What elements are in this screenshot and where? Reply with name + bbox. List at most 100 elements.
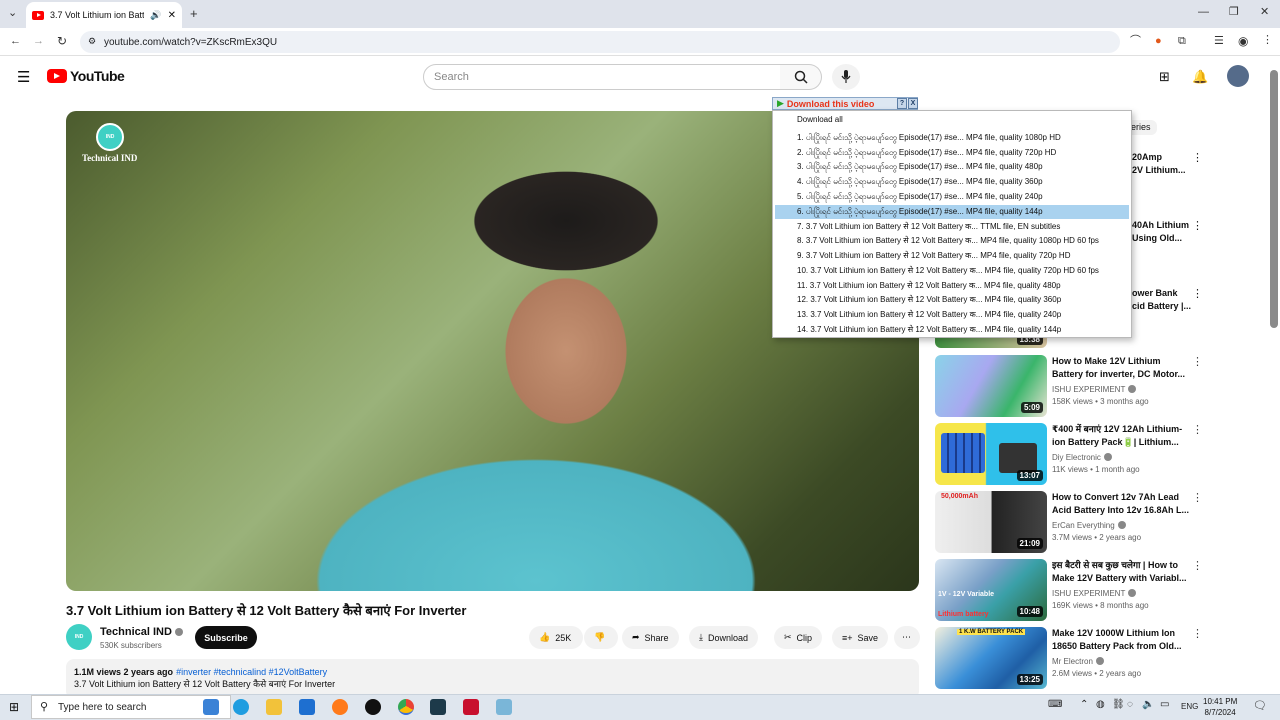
description-box[interactable]: 1.1M views 2 years ago #inverter #technic… [66,659,919,699]
tab-search-chevron-icon[interactable]: ⌄ [8,8,17,19]
create-video-icon[interactable]: ⊞ [1159,69,1170,85]
download-all-option[interactable]: Download all [797,115,843,124]
extension-arc-icon[interactable]: ⌒ [1130,36,1141,47]
rec-more-icon[interactable]: ⋮ [1192,423,1203,436]
taskbar-clock[interactable]: 10:41 PM 8/7/2024 [1203,696,1237,718]
rec-more-icon[interactable]: ⋮ [1192,491,1203,504]
rec-partial-2-more-icon[interactable]: ⋮ [1192,219,1203,232]
window-close-icon[interactable]: ✕ [1260,7,1269,18]
search-button[interactable] [780,64,822,90]
download-option[interactable]: 5. ပါးပြိုးရင် မင်းသို့ ပဲ့ရာမပျော်တွေ E… [775,190,1129,204]
back-icon[interactable]: ← [10,36,21,47]
channel-avatar[interactable]: IND [66,624,92,650]
rec-channel[interactable]: ISHU EXPERIMENT [1052,589,1137,598]
tray-overflow-icon[interactable]: ⌃ [1080,699,1088,710]
browser-tab[interactable]: 3.7 Volt Lithium ion Battery 🔊 ✕ [26,2,182,28]
mcafee-icon[interactable] [463,699,479,715]
touch-keyboard-icon[interactable]: ▭ [1160,699,1169,710]
like-button[interactable]: 👍 25K [529,626,583,649]
recommendation-item[interactable]: 50,000mAh 21:09 How to Convert 12v 7Ah L… [935,491,1245,553]
rec-thumbnail[interactable]: 1V - 12V Variable Lithium battery 10:48 [935,559,1047,621]
help-button[interactable]: ? [897,98,907,109]
volume-tray-icon[interactable]: 🔈 [1142,699,1154,710]
rec-partial-1-more-icon[interactable]: ⋮ [1192,151,1203,164]
download-option[interactable]: 12. 3.7 Volt Lithium ion Battery से 12 V… [775,293,1129,307]
download-popup-header[interactable]: ▶ Download this video ? X [772,97,918,110]
rec-more-icon[interactable]: ⋮ [1192,559,1203,572]
share-button[interactable]: ➦ Share [622,626,679,649]
rec-partial-3-title[interactable]: ower Bank cid Battery |... [1132,287,1191,313]
tiktok-icon[interactable] [365,699,381,715]
profile-avatar-icon[interactable]: ◉ [1238,35,1248,47]
hashtags[interactable]: #inverter #technicalind #12VoltBattery [176,667,327,677]
mail-app-icon[interactable] [299,699,315,715]
rec-more-icon[interactable]: ⋮ [1192,627,1203,640]
download-option[interactable]: 2. ပါးပြိုးရင် မင်းသို့ ပဲ့ရာမပျော်တွေ E… [775,146,1129,160]
popup-close-button[interactable]: X [908,98,918,109]
subscribe-button[interactable]: Subscribe [195,626,257,649]
new-tab-icon[interactable]: + [190,7,198,20]
download-option[interactable]: 4. ပါးပြိုးရင် မင်းသို့ ပဲ့ရာမပျော်တွေ E… [775,175,1129,189]
usb-tray-icon[interactable]: ⛓ [1112,699,1125,710]
recommendation-item[interactable]: 5:09 How to Make 12V Lithium Battery for… [935,355,1245,417]
download-option[interactable]: 6. ပါးပြိုးရင် မင်းသို့ ပဲ့ရာမပျော်တွေ E… [775,204,1129,219]
network-tray-icon[interactable]: ◍ [1096,699,1105,710]
notifications-bell-icon[interactable]: 🔔 [1192,69,1208,85]
language-indicator[interactable]: ENG [1181,702,1198,711]
download-option[interactable]: 11. 3.7 Volt Lithium ion Battery से 12 V… [775,278,1129,292]
edge-browser-icon[interactable] [233,699,249,715]
chrome-browser-icon[interactable] [398,699,414,715]
wifi-tray-icon[interactable]: ◌ [1127,699,1133,710]
rec-title[interactable]: How to Make 12V Lithium Battery for inve… [1052,355,1190,381]
rec-more-icon[interactable]: ⋮ [1192,355,1203,368]
rec-partial-3-more-icon[interactable]: ⋮ [1192,287,1203,300]
download-option[interactable]: 14. 3.7 Volt Lithium ion Battery से 12 V… [775,322,1129,336]
speaker-icon[interactable]: 🔊 [150,10,161,21]
rec-thumbnail[interactable]: 1 K.W BATTERY PACK 13:25 [935,627,1047,689]
keyboard-tray-icon[interactable]: ⌨ [1048,699,1062,710]
hamburger-menu-icon[interactable]: ☰ [17,68,30,86]
channel-name[interactable]: Technical IND [100,626,183,638]
account-avatar[interactable] [1227,65,1249,87]
firefox-icon[interactable] [332,699,348,715]
youtube-logo[interactable]: YouTube [47,68,125,84]
terminal-app-icon[interactable] [430,699,446,715]
download-option[interactable]: 8. 3.7 Volt Lithium ion Battery से 12 Vo… [775,234,1129,248]
dislike-button[interactable]: 👎 [584,626,618,649]
download-option[interactable]: 13. 3.7 Volt Lithium ion Battery से 12 V… [775,307,1129,321]
reading-list-icon[interactable]: ☰ [1214,36,1224,47]
recommendation-item[interactable]: 1V - 12V Variable Lithium battery 10:48 … [935,559,1245,621]
url-omnibox[interactable]: ⚙ youtube.com/watch?v=ZKscRmEx3QU [80,31,1120,53]
rec-title[interactable]: How to Convert 12v 7Ah Lead Acid Battery… [1052,491,1190,517]
rec-thumbnail[interactable]: 50,000mAh 21:09 [935,491,1047,553]
notifications-tray-icon[interactable]: 🗨 [1253,699,1267,712]
rec-channel[interactable]: Mr Electron [1052,657,1104,666]
voice-search-button[interactable] [832,64,860,90]
tab-close-icon[interactable]: ✕ [168,10,176,21]
site-info-icon[interactable]: ⚙ [88,36,96,47]
rec-title[interactable]: Make 12V 1000W Lithium Ion 18650 Battery… [1052,627,1190,653]
rec-title[interactable]: इस बैटरी से सब कुछ चलेगा | How to Make 1… [1052,559,1190,585]
taskbar-search-input[interactable]: ⚲ Type here to search [31,695,231,719]
reload-icon[interactable]: ↻ [57,35,67,47]
windows-start-icon[interactable]: ⊞ [9,700,19,714]
file-explorer-icon[interactable] [266,699,282,715]
download-option[interactable]: 7. 3.7 Volt Lithium ion Battery से 12 Vo… [775,219,1129,233]
extensions-puzzle-icon[interactable]: ⧉ [1178,36,1186,47]
rec-channel[interactable]: Diy Electronic [1052,453,1112,462]
download-option[interactable]: 3. ပါးပြိုးရင် မင်းသို့ ပဲ့ရာမပျော်တွေ E… [775,160,1129,174]
download-option[interactable]: 9. 3.7 Volt Lithium ion Battery से 12 Vo… [775,249,1129,263]
clip-button[interactable]: ✂ Clip [774,626,823,649]
search-highlight-icon[interactable] [203,699,219,715]
browser-menu-icon[interactable]: ⋮ [1262,35,1273,46]
rec-thumbnail[interactable]: 5:09 [935,355,1047,417]
rec-thumbnail[interactable]: 13:07 [935,423,1047,485]
save-button[interactable]: ≡+ Save [832,626,889,649]
rec-partial-2-title[interactable]: 40Ah Lithium Using Old... [1132,219,1189,245]
download-button[interactable]: ⤓ Download [689,626,759,649]
download-option[interactable]: 1. ပါးပြိုးရင် မင်းသို့ ပဲ့ရာမပျော်တွေ E… [775,131,1129,145]
page-scrollbar[interactable] [1270,70,1278,328]
extension-flame-icon[interactable]: ● [1155,36,1162,47]
search-input[interactable]: Search [423,64,781,90]
rec-title[interactable]: ₹400 में बनाएं 12V 12Ah Lithium-ion Batt… [1052,423,1190,449]
